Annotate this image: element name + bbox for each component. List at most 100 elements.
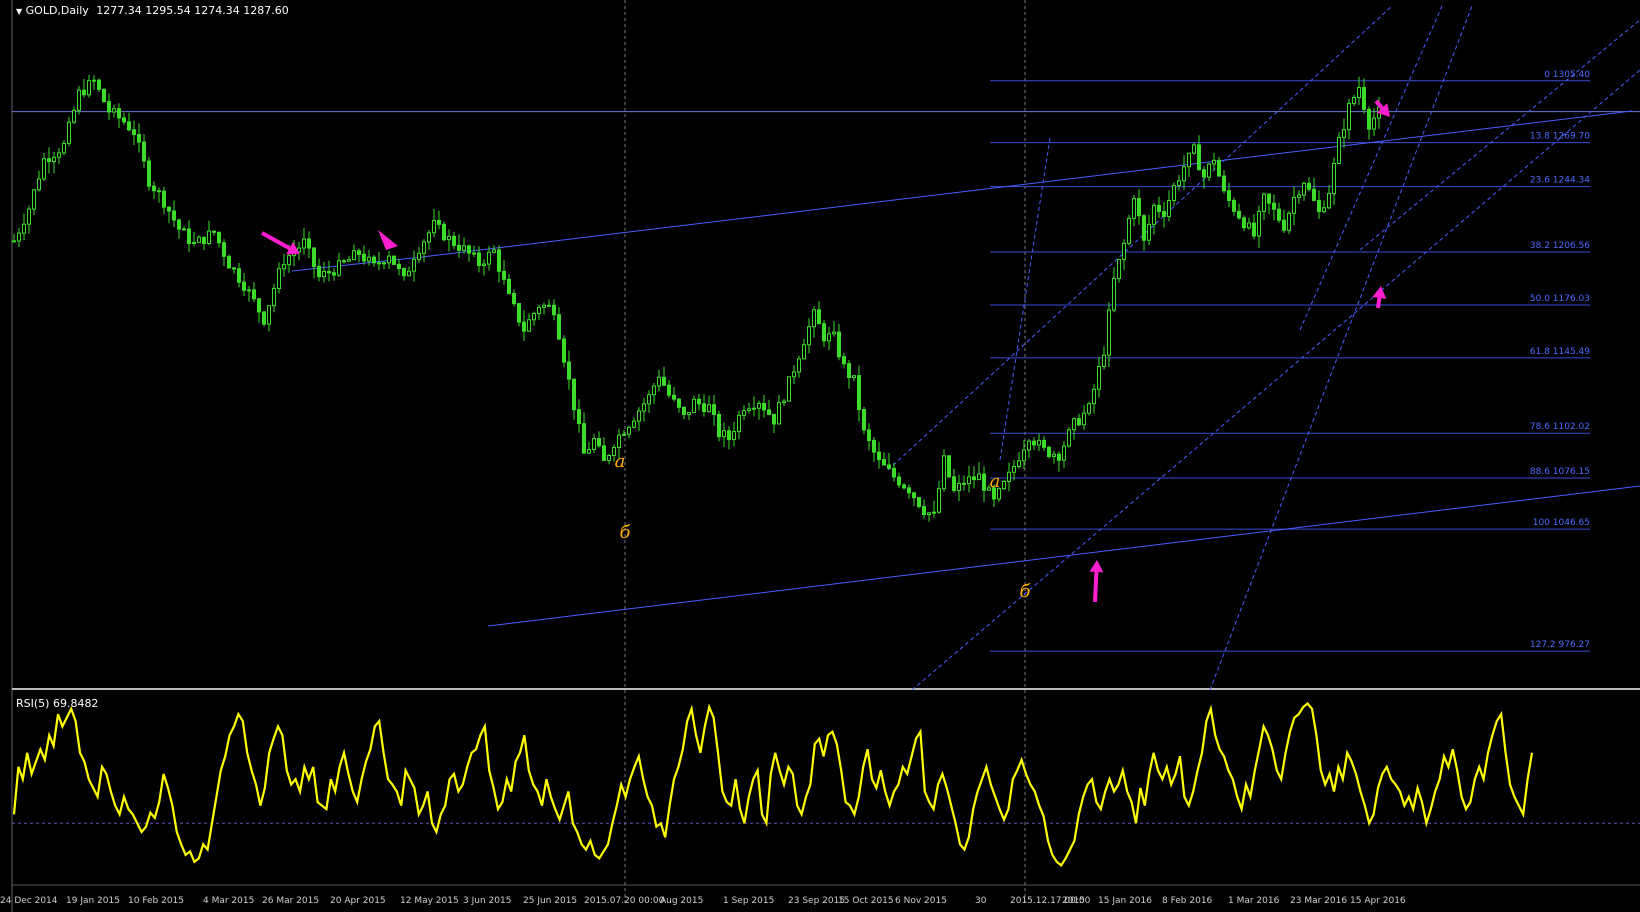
candle-body [177, 219, 181, 230]
candle-body [527, 319, 531, 332]
trendlines[interactable] [291, 5, 1640, 691]
dropdown-arrow-icon[interactable]: ▼ [16, 7, 22, 16]
candle-body [452, 235, 456, 246]
candle-body [42, 158, 46, 180]
fib-level-label: 127.2 976.27 [1530, 640, 1590, 650]
candle-body [472, 252, 476, 255]
candle-body [1282, 219, 1286, 231]
candle-body [162, 190, 166, 208]
candle-body [707, 404, 711, 413]
candle-body [1297, 194, 1301, 198]
candle-body [337, 260, 341, 276]
candle-body [637, 410, 641, 422]
wave-label: б [1020, 581, 1032, 602]
candle-body [512, 293, 516, 305]
wave-label: a [615, 451, 626, 472]
candle-body [657, 376, 661, 387]
channel-line [1359, 19, 1640, 251]
candle-body [757, 402, 761, 409]
candle-body [277, 268, 281, 289]
candle-body [542, 304, 546, 308]
candle-body [152, 185, 156, 192]
magenta-arrowhead-icon [378, 230, 398, 250]
chart-header: ▼ GOLD,Daily 1277.34 1295.54 1274.34 128… [16, 4, 289, 17]
candle-body [102, 88, 106, 103]
candle-body [362, 253, 366, 262]
candle-body [127, 121, 131, 131]
candle-body [552, 304, 556, 316]
candle-body [807, 326, 811, 346]
candle-body [1372, 117, 1376, 130]
candle-body [402, 267, 406, 277]
wave-label: б [620, 522, 632, 543]
candle-body [212, 230, 216, 233]
candle-body [157, 190, 161, 193]
candle-body [1157, 204, 1161, 212]
candle-body [692, 398, 696, 414]
candle-body [652, 385, 656, 396]
candle-body [327, 271, 331, 274]
candle-body [797, 358, 801, 373]
candle-body [1242, 217, 1246, 229]
candle-body [1042, 439, 1046, 448]
fibonacci-levels[interactable]: 0 1305.40 13.8 1269.70 23.6 1244.34 38.2 12… [990, 70, 1590, 652]
arrow-head [1089, 560, 1104, 573]
candle-body [142, 141, 146, 162]
candle-body [147, 160, 151, 187]
candle-body [647, 394, 651, 405]
candle-body [812, 309, 816, 328]
arrow-shaft [1093, 571, 1099, 603]
candle-body [1257, 210, 1261, 237]
candle-body [332, 272, 336, 276]
candle-body [1072, 418, 1076, 431]
candle-body [1112, 278, 1116, 311]
channel-line [1209, 5, 1473, 691]
candle-body [717, 413, 721, 438]
x-tick-label: Aug 2015 [660, 896, 703, 906]
candle-body [12, 240, 16, 243]
candle-body [952, 476, 956, 491]
candle-body [882, 459, 886, 466]
candle-body [822, 323, 826, 342]
candle-body [387, 255, 391, 264]
candle-body [197, 236, 201, 243]
ohlc-readout: 1277.34 1295.54 1274.34 1287.60 [96, 4, 289, 17]
candle-body [592, 438, 596, 450]
candle-body [367, 256, 371, 262]
candle-body [1322, 207, 1326, 213]
candle-body [217, 231, 221, 244]
candle-body [1287, 212, 1291, 231]
candle-body [122, 117, 126, 123]
candle-body [517, 303, 521, 323]
candle-body [1002, 480, 1006, 490]
channel-line [1299, 5, 1443, 331]
candle-body [1177, 180, 1181, 187]
candle-body [532, 313, 536, 321]
candle-body [1017, 460, 1021, 468]
time-axis: 24 Dec 2014 19 Jan 2015 10 Feb 2015 4 Mar 2… [0, 896, 1406, 906]
candle-body [1052, 453, 1056, 457]
fib-level-label: 61.8 1145.49 [1530, 347, 1590, 357]
candle-body [1162, 210, 1166, 217]
candle-body [547, 304, 551, 307]
candle-body [907, 487, 911, 494]
magenta-arrow-icon [1089, 560, 1104, 603]
candle-body [492, 249, 496, 253]
x-tick-label: 12 May 2015 [400, 896, 459, 906]
candle-body [1362, 87, 1366, 110]
candle-body [1222, 175, 1226, 192]
candle-body [867, 429, 871, 442]
candle-body [1212, 159, 1216, 165]
candle-body [687, 412, 691, 415]
candle-body [732, 431, 736, 441]
candle-body [267, 305, 271, 325]
candle-body [357, 250, 361, 255]
candle-body [227, 255, 231, 269]
candle-body [1067, 429, 1071, 447]
candle-body [1137, 198, 1141, 217]
candle-body [1132, 198, 1136, 219]
candle-body [1187, 152, 1191, 168]
candle-body [932, 511, 936, 514]
candle-body [927, 512, 931, 516]
candle-body [302, 238, 306, 249]
